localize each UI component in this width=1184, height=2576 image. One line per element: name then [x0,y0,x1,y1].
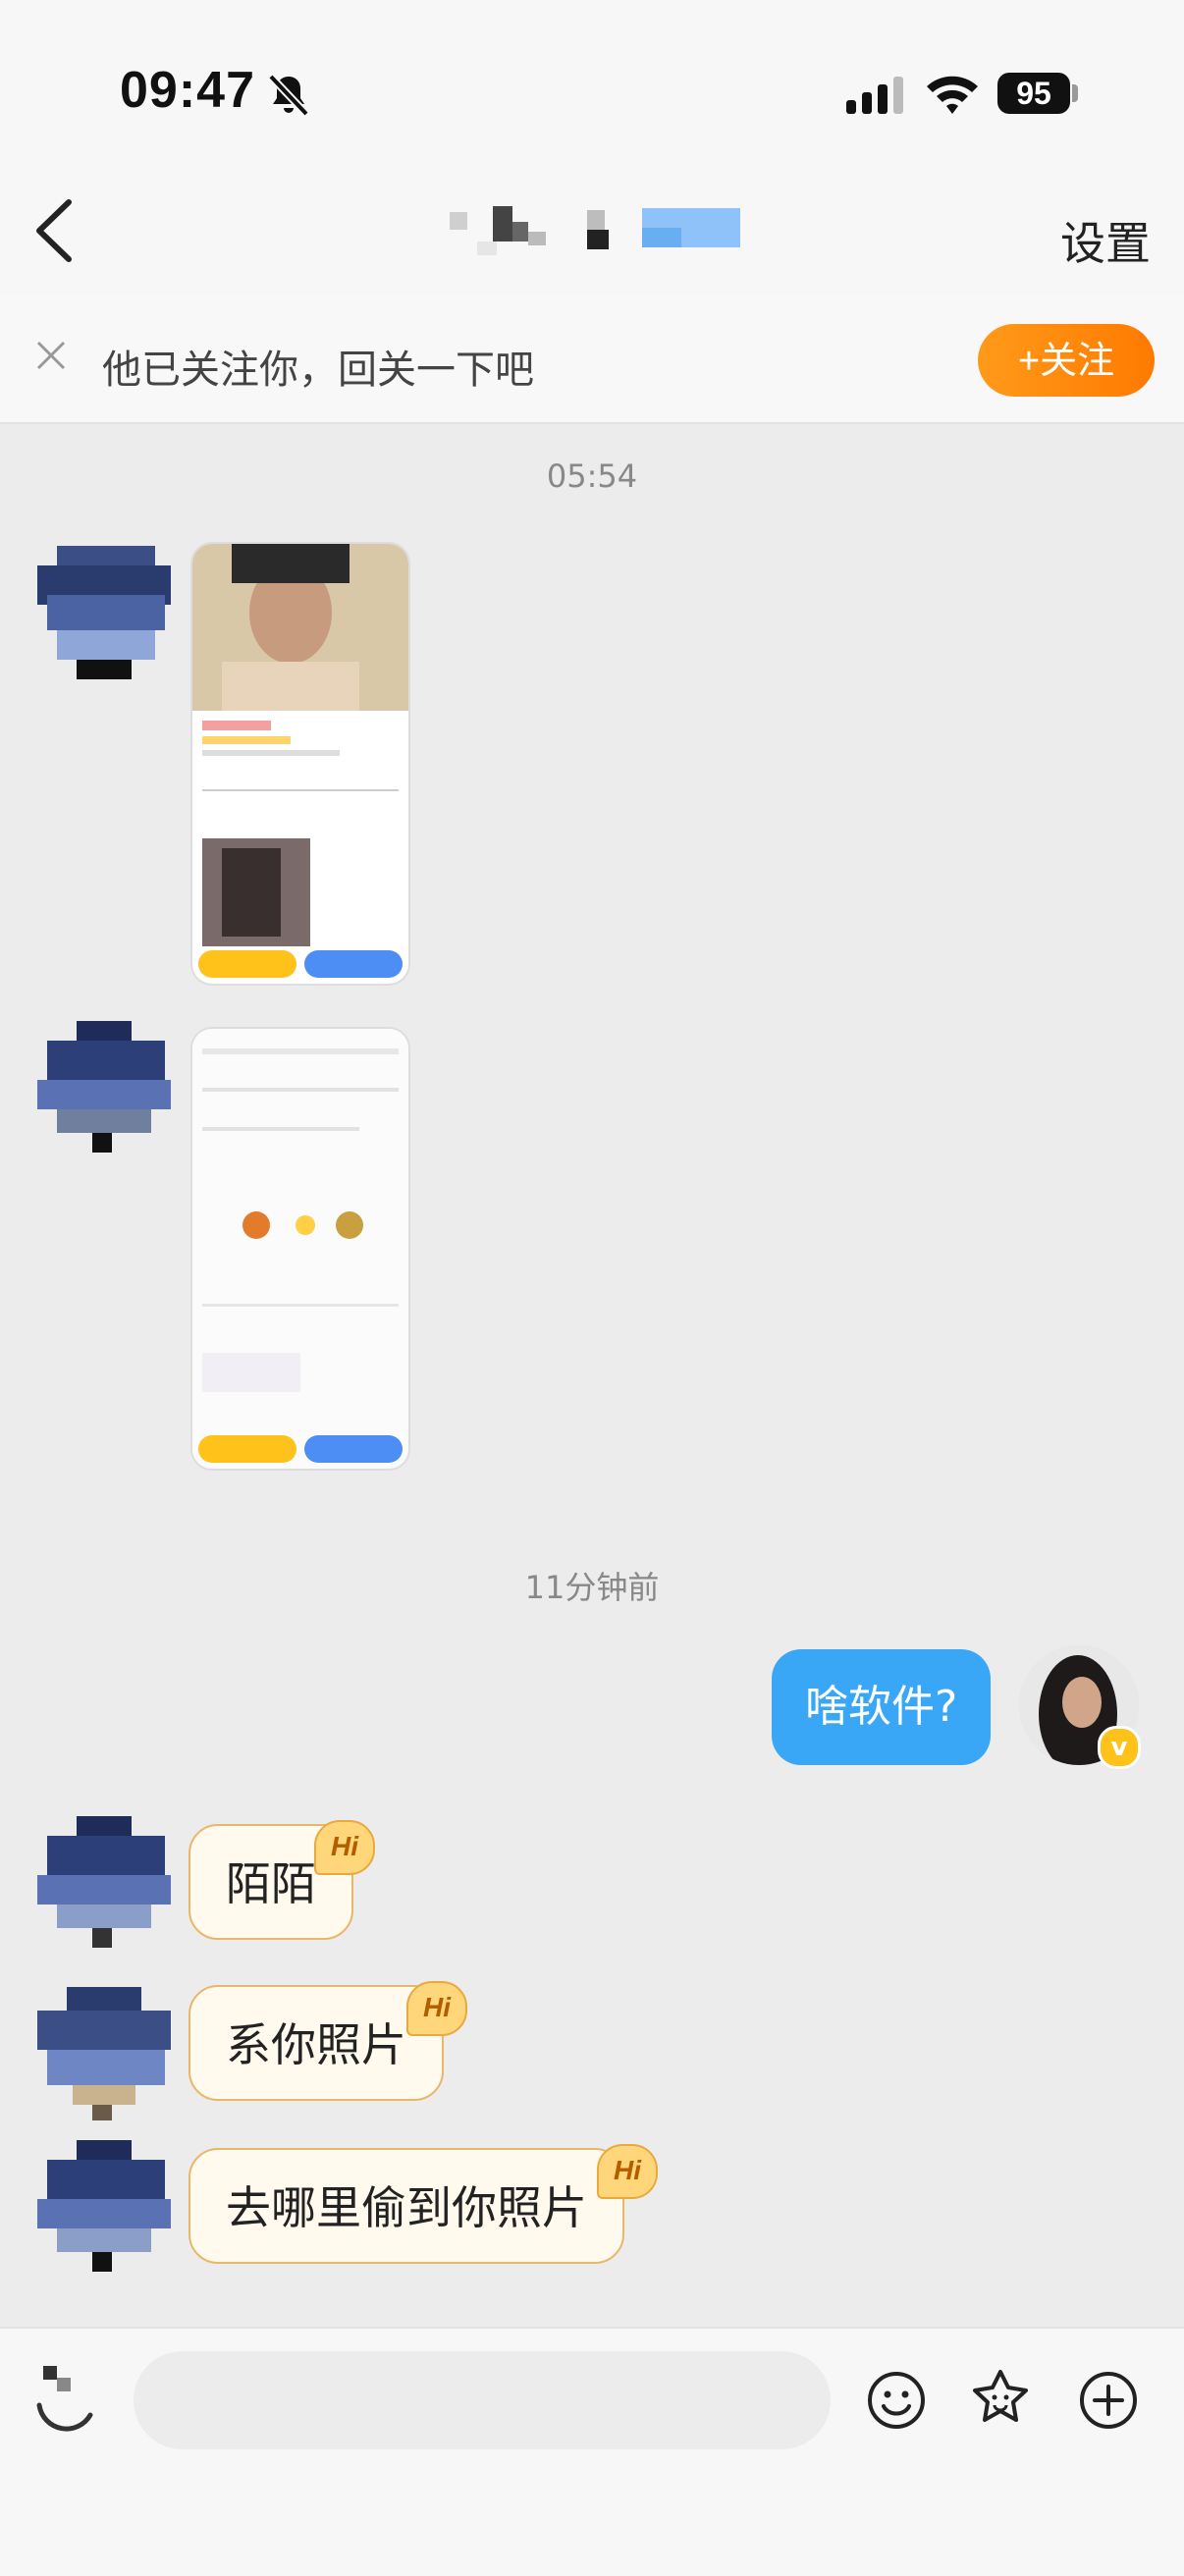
timestamp: 05:54 [546,457,638,495]
follow-button[interactable]: +关注 [978,324,1155,397]
close-icon[interactable] [35,340,67,371]
hi-greeting-icon: Hi [314,1820,375,1875]
wifi-icon [927,76,978,114]
plus-circle-icon[interactable] [1078,2370,1139,2431]
my-message-bubble[interactable]: 啥软件? [772,1649,992,1765]
avatar[interactable] [37,1021,171,1154]
signal-icon [846,77,903,114]
message-input[interactable] [134,2351,831,2449]
avatar[interactable] [37,1816,171,1950]
star-sticker-icon[interactable] [970,2368,1031,2429]
contact-name-redacted [450,206,740,255]
their-message-bubble[interactable]: 去哪里偷到你照片 [188,2148,624,2264]
follow-prompt-text: 他已关注你，回关一下吧 [102,348,534,393]
avatar[interactable] [37,546,171,679]
shared-screenshot-image[interactable] [190,1027,410,1471]
emoji-icon[interactable] [866,2370,927,2431]
hi-greeting-icon: Hi [406,1981,467,2036]
settings-button[interactable]: 设置 [1060,208,1151,273]
shared-screenshot-image[interactable] [190,542,410,986]
battery-indicator: 95 [997,73,1070,114]
voice-icon[interactable] [33,2366,96,2437]
chevron-left-icon[interactable] [29,198,79,263]
battery-tip [1072,84,1078,102]
their-message-bubble[interactable]: 系你照片 [188,1985,444,2101]
avatar[interactable] [37,2140,171,2274]
timestamp: 11分钟前 [524,1569,660,1606]
hi-greeting-icon: Hi [597,2144,658,2199]
status-time: 09:47 [120,62,255,119]
verified-badge-icon: v [1098,1726,1141,1769]
bell-slash-icon [268,74,309,117]
avatar[interactable] [37,1987,171,2120]
